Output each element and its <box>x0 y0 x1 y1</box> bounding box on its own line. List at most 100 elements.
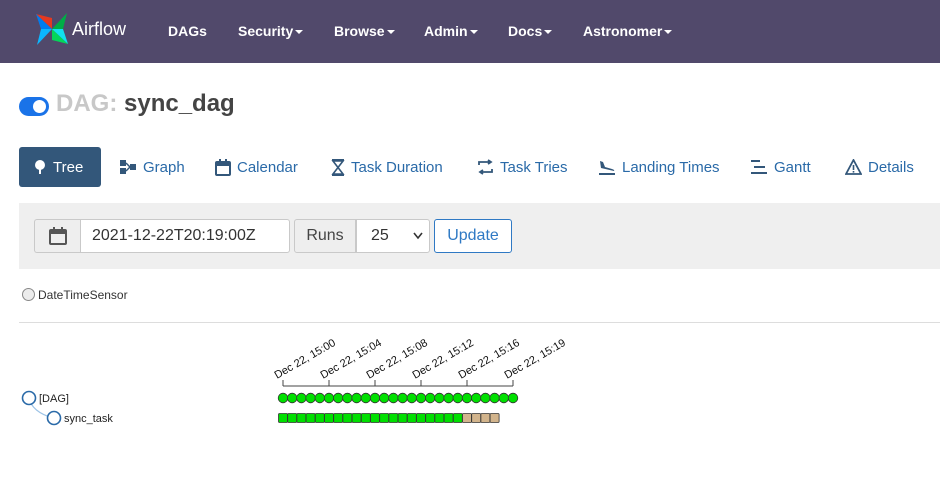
task-instance-cell[interactable] <box>370 413 380 423</box>
dag-run-cell[interactable] <box>425 392 436 404</box>
airflow-logo-icon[interactable] <box>33 10 71 48</box>
tab-tree[interactable]: Tree <box>19 147 101 187</box>
tab-task-tries[interactable]: Task Tries <box>477 147 568 187</box>
warning-triangle-icon <box>845 159 862 175</box>
nav-browse-label: Browse <box>334 23 385 39</box>
tab-landing-times[interactable]: Landing Times <box>598 147 720 187</box>
tab-gantt[interactable]: Gantt <box>750 147 811 187</box>
tab-task-duration-label: Task Duration <box>351 158 443 176</box>
task-label: sync_task <box>64 413 113 425</box>
dag-run-cell[interactable] <box>369 392 381 404</box>
caret-down-icon <box>469 30 478 35</box>
caret-down-icon <box>386 30 395 35</box>
tab-details-label: Details <box>868 158 914 176</box>
task-instance-cell[interactable] <box>452 413 463 423</box>
nav-security-label: Security <box>238 23 294 39</box>
dag-run-cell[interactable] <box>323 392 335 404</box>
base-date-input[interactable]: 2021-12-22T20:19:00Z <box>80 219 290 253</box>
dag-pause-toggle[interactable] <box>19 97 49 116</box>
task-instance-cell[interactable] <box>287 413 298 423</box>
dag-run-cell[interactable] <box>397 392 408 404</box>
brand-name[interactable]: Airflow <box>72 19 126 40</box>
tab-calendar[interactable]: Calendar <box>215 147 298 187</box>
divider <box>19 322 940 323</box>
nav-astronomer-label: Astronomer <box>583 23 663 39</box>
task-instance-cell[interactable] <box>406 413 417 423</box>
tab-task-tries-label: Task Tries <box>500 158 568 176</box>
task-instance-cell[interactable] <box>305 413 316 423</box>
nav-browse[interactable]: Browse <box>334 23 395 39</box>
task-instance-cell[interactable] <box>425 413 436 423</box>
task-instance-cell[interactable] <box>360 413 371 423</box>
task-node[interactable] <box>46 410 62 426</box>
dag-run-cell[interactable] <box>360 392 372 404</box>
dag-run-cell[interactable] <box>471 392 482 404</box>
dag-run-cell[interactable] <box>498 392 510 404</box>
tab-graph[interactable]: Graph <box>119 147 185 187</box>
nav-admin[interactable]: Admin <box>424 23 478 39</box>
dag-title-name: sync_dag <box>124 90 235 117</box>
nav-dags[interactable]: DAGs <box>168 23 207 39</box>
task-instance-cell[interactable] <box>489 413 500 423</box>
task-instance-cell[interactable] <box>379 413 390 423</box>
dag-title-prefix: DAG: <box>56 90 118 117</box>
task-instance-cell[interactable] <box>471 413 482 423</box>
task-instance-cell[interactable] <box>388 413 399 423</box>
nav-security[interactable]: Security <box>238 23 304 39</box>
dag-root-node[interactable] <box>21 390 37 406</box>
task-instance-cell[interactable] <box>397 413 408 423</box>
task-instance-cell[interactable] <box>342 413 353 423</box>
dag-run-cell[interactable] <box>351 392 362 404</box>
update-button[interactable]: Update <box>434 219 512 253</box>
hourglass-icon <box>331 158 345 176</box>
dag-run-cell[interactable] <box>379 392 390 404</box>
dag-run-cell[interactable] <box>461 392 473 404</box>
tab-task-duration[interactable]: Task Duration <box>331 147 443 187</box>
task-instance-cell[interactable] <box>351 413 362 423</box>
dag-run-cell[interactable] <box>406 392 418 404</box>
num-runs-select[interactable]: 25 <box>356 219 430 253</box>
dag-run-cell[interactable] <box>296 392 307 404</box>
task-instance-cell[interactable] <box>480 413 491 423</box>
dag-run-cell[interactable] <box>480 392 491 404</box>
dag-run-cell[interactable] <box>388 392 399 404</box>
tab-calendar-label: Calendar <box>237 158 298 176</box>
chevron-down-icon <box>413 232 423 240</box>
dag-run-cell[interactable] <box>415 392 427 404</box>
plane-landing-icon <box>599 161 615 175</box>
nav-docs[interactable]: Docs <box>508 23 553 39</box>
gantt-icon <box>751 160 767 174</box>
task-instance-cell[interactable] <box>434 413 445 423</box>
legend-operator-label: DateTimeSensor <box>38 288 128 302</box>
dag-run-cell[interactable] <box>287 392 298 404</box>
dag-run-cell[interactable] <box>489 392 500 404</box>
dag-run-cell[interactable] <box>452 392 464 404</box>
dag-run-cell[interactable] <box>507 392 519 404</box>
dag-run-cell[interactable] <box>277 392 289 404</box>
nav-dags-label: DAGs <box>168 23 207 39</box>
dag-run-cell[interactable] <box>342 392 353 404</box>
dag-run-cell[interactable] <box>333 392 344 404</box>
dag-run-cell[interactable] <box>443 392 454 404</box>
tab-tree-label: Tree <box>53 158 84 176</box>
nav-astronomer[interactable]: Astronomer <box>583 23 673 39</box>
task-instance-cell[interactable] <box>333 413 344 423</box>
task-instance-cell[interactable] <box>416 413 426 423</box>
dag-run-cell[interactable] <box>314 392 326 404</box>
task-instance-cell[interactable] <box>462 413 472 423</box>
tree-view: [DAG] sync_task Dec 22, 15:00Dec 22, 15:… <box>21 337 568 426</box>
dag-run-cell[interactable] <box>434 392 445 404</box>
dag-run-cell[interactable] <box>305 392 316 404</box>
runs-label: Runs <box>294 219 356 253</box>
legend-operator-swatch <box>22 288 35 301</box>
task-instance-cell[interactable] <box>324 413 334 423</box>
task-instance-cell[interactable] <box>296 413 307 423</box>
task-instance-cell[interactable] <box>278 413 288 423</box>
nav-admin-label: Admin <box>424 23 468 39</box>
task-instance-cell[interactable] <box>443 413 454 423</box>
nav-docs-label: Docs <box>508 23 543 39</box>
date-picker-button[interactable] <box>34 219 80 253</box>
tab-details[interactable]: Details <box>845 147 914 187</box>
graph-icon <box>120 160 136 174</box>
task-instance-cell[interactable] <box>314 413 325 423</box>
